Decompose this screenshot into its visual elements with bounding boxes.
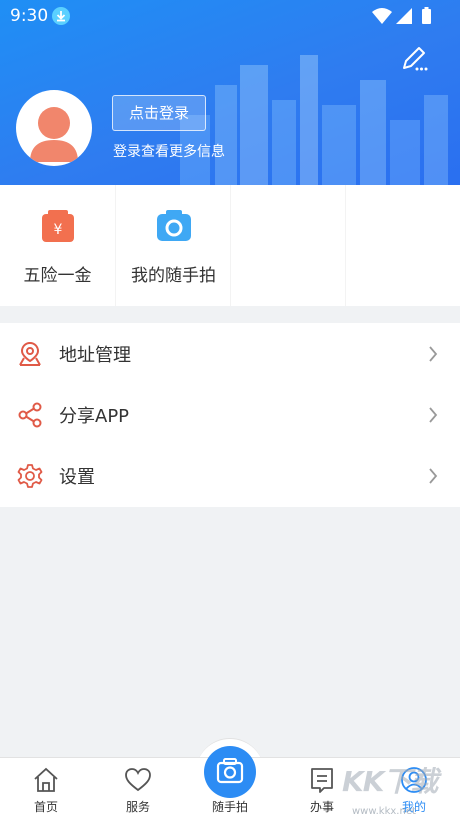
settings-menu: 地址管理 分享APP 设置 [0, 323, 460, 507]
wifi-icon [372, 8, 392, 24]
quick-action-empty [345, 185, 460, 306]
heart-icon [125, 768, 151, 792]
gear-icon [17, 464, 43, 488]
download-icon [52, 7, 70, 25]
menu-item-address[interactable]: 地址管理 [0, 323, 460, 384]
watermark-url: www.kkx.net [352, 806, 416, 817]
menu-item-label: 设置 [59, 467, 95, 488]
quick-action-insurance[interactable]: ¥ 五险一金 [0, 185, 115, 306]
home-icon [34, 767, 58, 792]
quick-action-my-snapshots[interactable]: 我的随手拍 [115, 185, 231, 306]
menu-item-settings[interactable]: 设置 [0, 445, 460, 506]
quick-action-empty [230, 185, 346, 306]
status-time: 9:30 [10, 6, 49, 26]
camera-icon [156, 210, 191, 241]
avatar[interactable] [16, 90, 92, 166]
login-subtitle: 登录查看更多信息 [113, 144, 225, 160]
chevron-right-icon [429, 407, 438, 423]
tab-label: 服务 [125, 800, 150, 814]
menu-item-share[interactable]: 分享APP [0, 384, 460, 445]
quick-actions-panel: ¥ 五险一金 我的随手拍 [0, 185, 460, 306]
login-button[interactable]: 点击登录 [112, 95, 206, 131]
status-bar: 9:30 [0, 0, 460, 32]
share-icon [18, 402, 42, 428]
signal-icon [396, 8, 412, 24]
chevron-right-icon [429, 346, 438, 362]
quick-action-label: 我的随手拍 [131, 266, 216, 286]
chevron-right-icon [429, 468, 438, 484]
profile-header: 9:30 点击登录 登录查看更多信息 [0, 0, 460, 185]
system-status-icons [372, 6, 446, 30]
quick-action-label: 五险一金 [23, 266, 92, 286]
camera-icon [216, 758, 244, 784]
tab-home[interactable]: 首页 [0, 758, 92, 819]
location-pin-icon [19, 341, 41, 366]
tab-label: 随手拍 [211, 800, 248, 814]
snapshot-camera-button[interactable] [204, 746, 256, 798]
tab-services[interactable]: 服务 [92, 758, 184, 819]
edit-icon[interactable] [398, 42, 430, 74]
tab-label: 首页 [33, 800, 58, 814]
watermark-logo: KK下载 [342, 765, 438, 798]
menu-item-label: 地址管理 [59, 345, 131, 366]
document-icon [311, 768, 333, 793]
default-avatar-icon [30, 107, 78, 162]
battery-icon [422, 9, 431, 24]
menu-item-label: 分享APP [59, 406, 130, 427]
svg-text:¥: ¥ [53, 222, 62, 238]
money-bag-icon: ¥ [41, 210, 74, 242]
